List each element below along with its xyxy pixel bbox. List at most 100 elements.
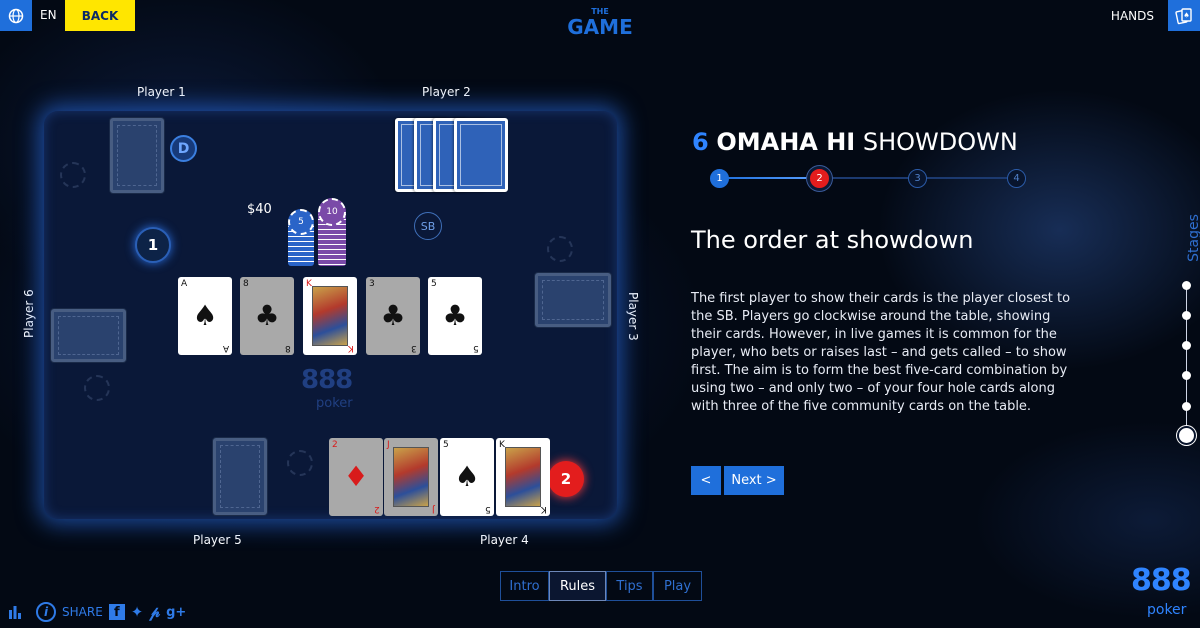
player-5-card-back — [213, 438, 267, 515]
empty-seat-marker — [547, 236, 573, 262]
card-rank-bottom: A — [222, 343, 229, 353]
section-number: 6 — [692, 128, 709, 156]
prev-button[interactable]: < — [691, 466, 721, 495]
stats-icon[interactable] — [8, 604, 22, 620]
card-rank-bottom: 3 — [411, 343, 417, 353]
hands-cards-icon[interactable]: ♠ — [1168, 0, 1200, 31]
court-figure — [393, 447, 429, 507]
google-plus-icon[interactable]: g+ — [166, 605, 186, 620]
suit-icon: ♣ — [380, 299, 406, 332]
stage-dot-6[interactable] — [1179, 428, 1194, 443]
card-rank: 5 — [443, 440, 449, 450]
player4_cards-card: KK — [496, 438, 550, 516]
suit-icon: ♠ — [192, 299, 218, 332]
stage-dot-1[interactable] — [1182, 281, 1191, 290]
small-blind-marker: SB — [414, 212, 442, 240]
card-rank-bottom: J — [432, 504, 435, 514]
player-4-label: Player 4 — [480, 533, 529, 547]
next-button[interactable]: Next > — [724, 466, 784, 495]
community_cards-card: 5 5 ♣ — [428, 277, 482, 355]
step-description: The first player to show their cards is … — [691, 291, 1071, 414]
twitter-icon[interactable]: ✦ — [131, 603, 144, 621]
card-rank-bottom: 2 — [374, 504, 380, 514]
chip-5: 5 — [288, 209, 314, 235]
card-rank: 8 — [243, 279, 249, 289]
player4_cards-card: JJ — [384, 438, 438, 516]
footer-bar: i SHARE f ✦ 𝓅 g+ — [8, 602, 186, 622]
card-rank-bottom: K — [348, 343, 354, 353]
hands-label[interactable]: HANDS — [1111, 9, 1154, 23]
community_cards-card: KK — [303, 277, 357, 355]
svg-text:♠: ♠ — [1183, 11, 1189, 19]
card-rank-bottom: 8 — [285, 343, 291, 353]
stages-label: Stages — [1186, 214, 1200, 262]
table-logo-888: 888 — [301, 365, 353, 395]
language-selector[interactable]: EN — [40, 8, 57, 22]
player-5-label: Player 5 — [193, 533, 242, 547]
court-figure — [505, 447, 541, 507]
step-1[interactable]: 1 — [710, 169, 729, 188]
player-1-card-back — [110, 118, 164, 193]
empty-seat-marker — [287, 450, 313, 476]
empty-seat-marker — [60, 162, 86, 188]
empty-seat-marker — [84, 375, 110, 401]
card-rank: A — [181, 279, 188, 289]
card-rank-bottom: K — [541, 504, 547, 514]
info-icon[interactable]: i — [36, 602, 56, 622]
tab-intro[interactable]: Intro — [500, 571, 549, 601]
stage-dot-4[interactable] — [1182, 371, 1191, 380]
dealer-button: D — [170, 135, 197, 162]
stages-track — [1186, 285, 1187, 435]
stage-dot-3[interactable] — [1182, 341, 1191, 350]
tab-tips[interactable]: Tips — [606, 571, 653, 601]
back-button[interactable]: BACK — [65, 0, 135, 31]
player-6-label: Player 6 — [22, 289, 36, 338]
tab-play[interactable]: Play — [653, 571, 702, 601]
player-2-cards — [395, 118, 508, 194]
section-heading-light: SHOWDOWN — [862, 128, 1018, 156]
player-3-label: Player 3 — [626, 292, 640, 341]
step-4[interactable]: 4 — [1007, 169, 1026, 188]
step-2[interactable]: 2 — [810, 169, 829, 188]
card-rank: 2 — [332, 440, 338, 450]
card-rank-bottom: 5 — [473, 343, 479, 353]
chip-10: 10 — [318, 198, 346, 226]
step-progress-line — [720, 177, 820, 179]
player-1-label: Player 1 — [137, 85, 186, 99]
brand-logo-poker: poker — [1147, 602, 1187, 618]
player4_cards-card: 2 2 ♦ — [329, 438, 383, 516]
pinterest-icon[interactable]: 𝓅 — [149, 603, 160, 621]
card-rank: 5 — [431, 279, 437, 289]
community_cards-card: A A ♠ — [178, 277, 232, 355]
player4_cards-card: 5 5 ♠ — [440, 438, 494, 516]
seat-marker-2: 2 — [548, 461, 584, 497]
community_cards-card: 3 3 ♣ — [366, 277, 420, 355]
court-figure — [312, 286, 348, 346]
stage-dot-2[interactable] — [1182, 311, 1191, 320]
card-back-blue — [454, 118, 508, 192]
step-subtitle: The order at showdown — [691, 226, 974, 254]
facebook-icon[interactable]: f — [108, 604, 125, 620]
card-rank: 3 — [369, 279, 375, 289]
tab-rules[interactable]: Rules — [549, 571, 606, 601]
suit-icon: ♦ — [343, 460, 369, 493]
pot-amount: $40 — [247, 202, 272, 217]
community_cards-card: 8 8 ♣ — [240, 277, 294, 355]
section-heading-bold: OMAHA HI — [716, 128, 856, 156]
suit-icon: ♣ — [254, 299, 280, 332]
stage-dot-5[interactable] — [1182, 402, 1191, 411]
brand-logo-888: 888 — [1131, 563, 1192, 598]
seat-marker-1: 1 — [135, 227, 171, 263]
section-title: 6 OMAHA HI SHOWDOWN — [692, 128, 1018, 156]
card-rank-bottom: 5 — [485, 504, 491, 514]
card-rank: J — [387, 440, 390, 450]
suit-icon: ♠ — [454, 460, 480, 493]
step-3[interactable]: 3 — [908, 169, 927, 188]
suit-icon: ♣ — [442, 299, 468, 332]
player-6-card-back — [51, 309, 126, 362]
table-logo-poker: poker — [316, 396, 353, 411]
logo-game: GAME — [567, 15, 633, 39]
globe-icon[interactable] — [0, 0, 32, 31]
share-label: SHARE — [62, 605, 103, 619]
player-2-label: Player 2 — [422, 85, 471, 99]
